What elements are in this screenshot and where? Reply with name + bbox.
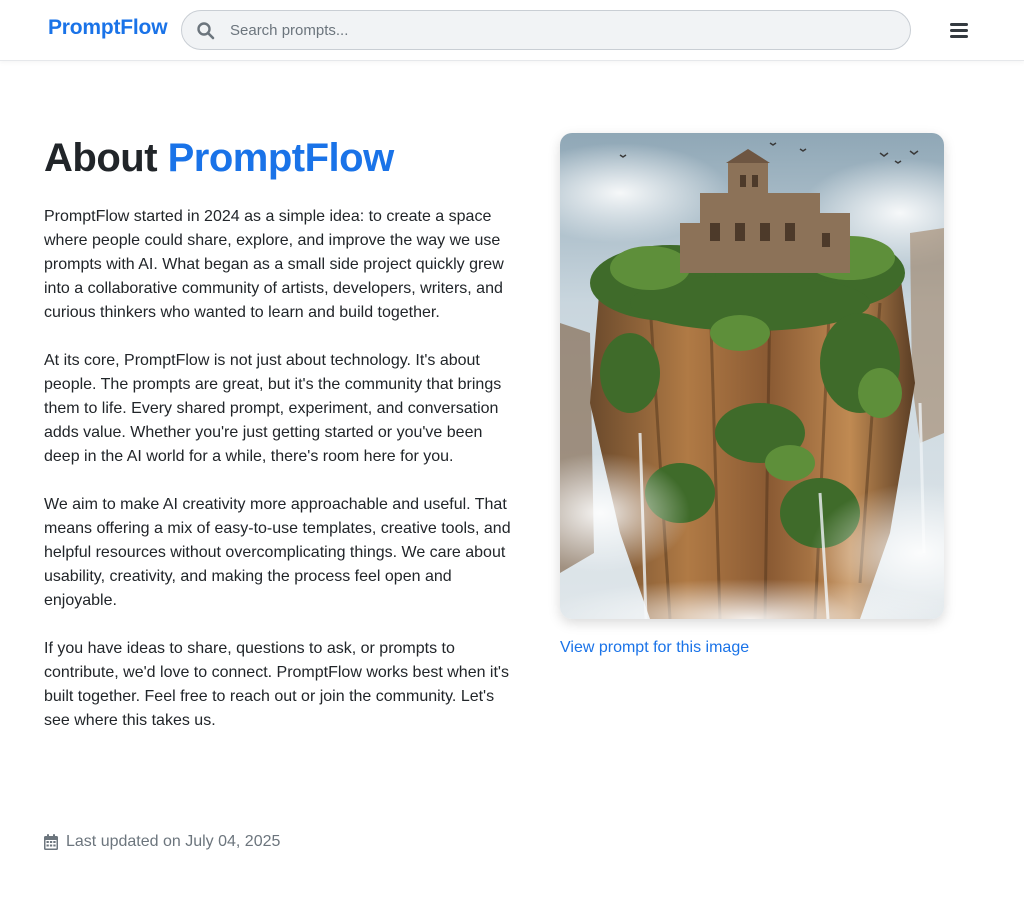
floating-island-illustration — [560, 133, 944, 619]
last-updated-text: Last updated on July 04, 2025 — [66, 833, 281, 850]
hamburger-menu-icon[interactable] — [946, 17, 972, 43]
view-prompt-link[interactable]: View prompt for this image — [560, 636, 749, 660]
calendar-icon — [44, 834, 58, 850]
about-content: PromptFlow started in 2024 as a simple i… — [44, 205, 514, 757]
navbar: PromptFlow — [0, 0, 1024, 61]
brand-logo[interactable]: PromptFlow — [48, 16, 168, 40]
about-paragraph: At its core, PromptFlow is not just abou… — [44, 352, 502, 465]
about-paragraph: If you have ideas to share, questions to… — [44, 640, 509, 729]
page-title-prefix: About — [44, 136, 168, 180]
featured-image[interactable] — [560, 133, 944, 619]
search-input[interactable] — [230, 11, 890, 49]
page-title-accent: PromptFlow — [167, 136, 395, 180]
search-icon — [197, 22, 215, 40]
about-paragraph: We aim to make AI creativity more approa… — [44, 496, 511, 609]
page-title: About PromptFlow — [44, 133, 394, 183]
search-bar[interactable] — [181, 10, 911, 50]
about-paragraph: PromptFlow started in 2024 as a simple i… — [44, 208, 504, 321]
